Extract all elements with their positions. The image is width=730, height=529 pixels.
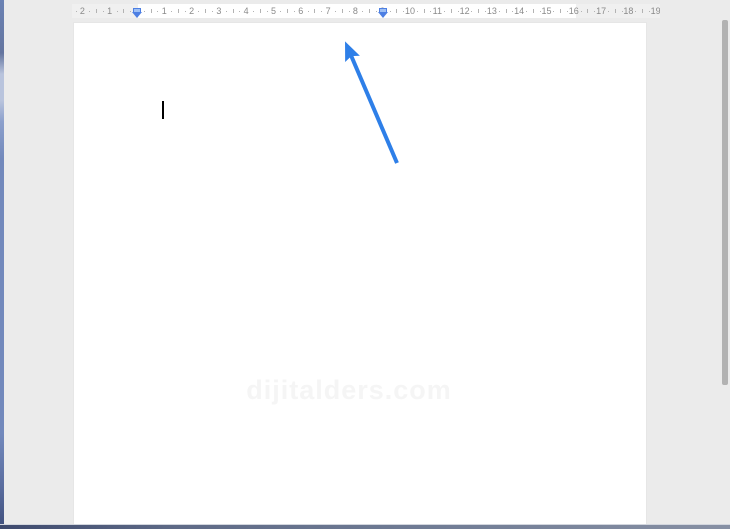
- ruler-tick: [314, 9, 316, 13]
- ruler-number: 4: [243, 6, 249, 16]
- ruler-tick: [89, 11, 91, 12]
- ruler-tick: [96, 9, 98, 13]
- text-cursor-caret: [162, 101, 164, 119]
- ruler-number: 17: [596, 6, 607, 16]
- ruler-number: 10: [404, 6, 416, 16]
- ruler-tick: [526, 11, 528, 12]
- ruler-tick: [362, 11, 364, 12]
- ruler-tick: [416, 11, 418, 12]
- ruler-tick: [287, 9, 289, 13]
- horizontal-ruler[interactable]: 2112345678910111213141516171819: [72, 4, 660, 18]
- ruler-number: 14: [514, 6, 525, 16]
- ruler-number: 3: [216, 6, 222, 16]
- ruler-tick: [348, 11, 350, 12]
- ruler-number: 2: [79, 6, 85, 16]
- ruler-tick: [471, 11, 473, 12]
- ruler-number: 11: [432, 6, 442, 16]
- ruler-number: 2: [189, 6, 195, 16]
- ruler-tick: [642, 9, 644, 13]
- ruler-tick: [198, 11, 200, 12]
- ruler-number: 8: [352, 6, 358, 16]
- ruler-number: 16: [568, 6, 579, 16]
- ruler-tick: [259, 9, 261, 13]
- ruler-tick: [266, 11, 268, 12]
- ruler-tick: [239, 11, 241, 12]
- indent-triangle-icon[interactable]: [132, 12, 142, 18]
- ruler-tick: [102, 11, 104, 12]
- annotation-arrow-icon: [345, 41, 399, 164]
- ruler-tick: [334, 11, 336, 12]
- vertical-scrollbar-thumb[interactable]: [722, 20, 728, 385]
- ruler-tick: [75, 11, 77, 12]
- ruler-number: 6: [298, 6, 304, 16]
- ruler-tick: [177, 9, 179, 13]
- ruler-tick: [232, 9, 234, 13]
- ruler-tick: [123, 9, 125, 13]
- ruler-tick: [635, 11, 637, 12]
- ruler-number: 7: [325, 6, 331, 16]
- ruler-tick: [225, 11, 227, 12]
- ruler-tick: [116, 11, 118, 12]
- ruler-tick: [307, 11, 309, 12]
- ruler-tick: [150, 9, 152, 13]
- ruler-tick: [532, 9, 534, 13]
- window-bottom-edge: [0, 525, 730, 529]
- ruler-tick: [321, 11, 323, 12]
- ruler-tick: [205, 9, 207, 13]
- ruler-tick: [478, 9, 480, 13]
- indent-triangle-icon[interactable]: [377, 12, 388, 18]
- ruler-tick: [607, 11, 609, 12]
- ruler-number: 1: [161, 6, 167, 16]
- ruler-tick: [505, 9, 507, 13]
- ruler-tick: [450, 9, 452, 13]
- ruler-tick: [614, 9, 616, 13]
- ruler-tick: [444, 11, 446, 12]
- ruler-number: 15: [541, 6, 552, 16]
- ruler-number: 13: [486, 6, 497, 16]
- ruler-tick: [212, 11, 214, 12]
- ruler-number: 5: [270, 6, 277, 16]
- ruler-tick: [341, 9, 343, 13]
- ruler-tick: [498, 11, 500, 12]
- ruler-tick: [553, 11, 555, 12]
- ruler-tick: [430, 11, 432, 12]
- ruler-tick: [253, 11, 255, 12]
- ruler-tick: [293, 11, 295, 12]
- indent-marker-left[interactable]: [132, 4, 142, 18]
- watermark-text: dijitalders.com: [246, 375, 452, 405]
- ruler-tick: [396, 9, 398, 13]
- ruler-number: 1: [107, 6, 113, 16]
- ruler-number: 12: [459, 6, 470, 16]
- ruler-tick: [560, 9, 562, 13]
- ruler-number: 18: [623, 6, 634, 16]
- ruler-tick: [423, 9, 425, 13]
- ruler-tick: [587, 9, 589, 13]
- ruler-tick: [171, 11, 173, 12]
- ruler-tick: [389, 11, 391, 12]
- ruler-tick: [143, 11, 145, 12]
- ruler-tick: [369, 9, 371, 13]
- ruler-tick: [580, 11, 582, 12]
- ruler-tick: [280, 11, 282, 12]
- indent-marker-mid[interactable]: [377, 4, 388, 18]
- ruler-number: 19: [650, 6, 660, 16]
- window-left-edge: [0, 0, 4, 529]
- ruler-tick: [157, 11, 159, 12]
- ruler-tick: [184, 11, 186, 12]
